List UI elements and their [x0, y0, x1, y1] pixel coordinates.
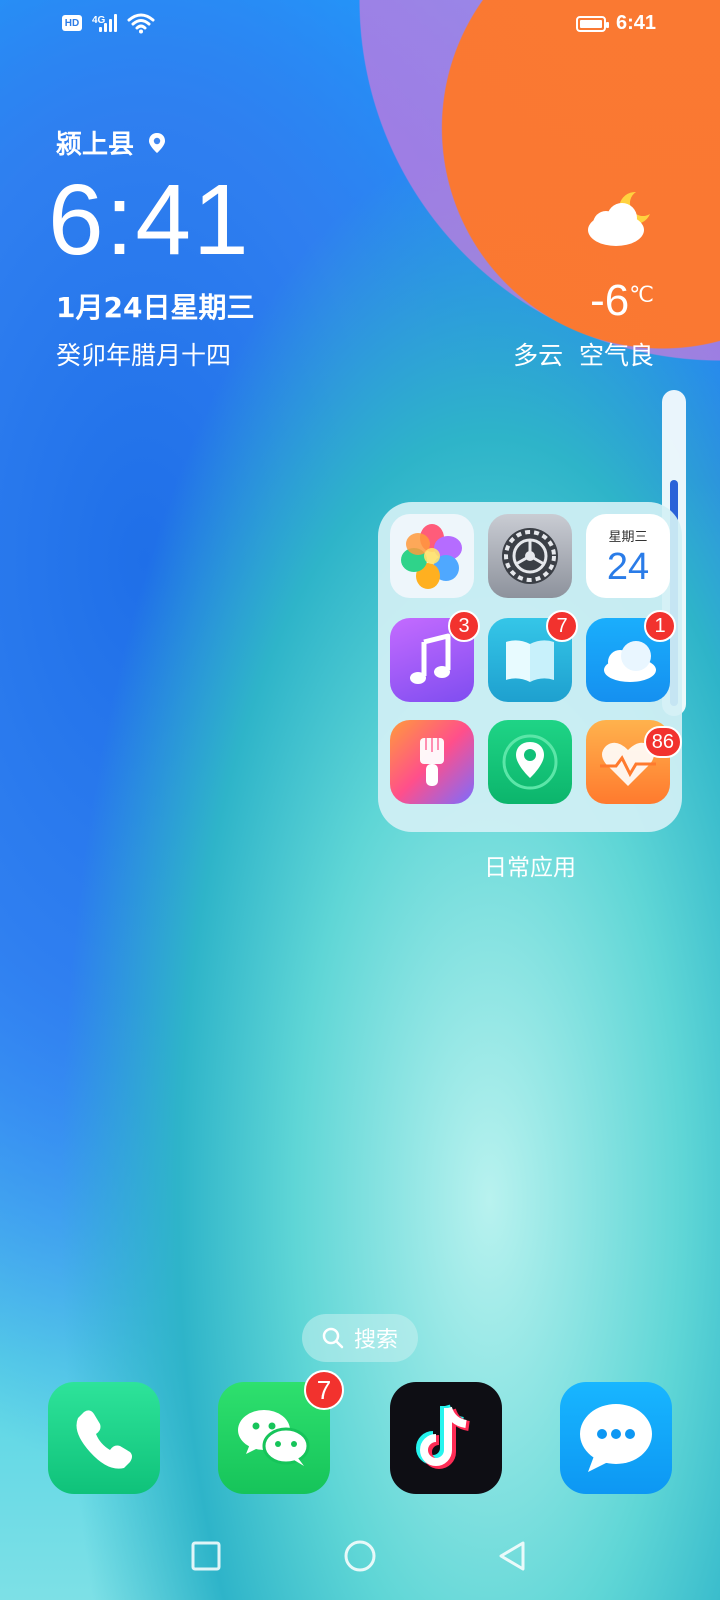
- location-text: 颍上县: [56, 130, 135, 160]
- calendar-app[interactable]: 星期三 24: [586, 514, 670, 598]
- location-label[interactable]: 颍上县: [56, 124, 168, 161]
- home-button[interactable]: [342, 1540, 378, 1576]
- location-pin-icon: [149, 132, 166, 153]
- themes-icon: [420, 738, 444, 786]
- themes-app[interactable]: [390, 720, 474, 804]
- notification-badge: 1: [644, 610, 676, 642]
- temperature-value: -6: [590, 276, 630, 325]
- calendar-day: 24: [606, 546, 650, 588]
- books-app[interactable]: 7: [488, 610, 578, 702]
- find-device-icon: [502, 734, 558, 790]
- hd-icon: HD: [62, 15, 82, 31]
- phone-icon: [76, 1410, 132, 1469]
- tiktok-icon: [416, 1404, 470, 1469]
- status-right: 6:41: [575, 12, 656, 35]
- messages-icon: [580, 1404, 652, 1472]
- phone-app[interactable]: [48, 1382, 160, 1494]
- search-label: 搜索: [353, 1328, 398, 1353]
- search-icon: [322, 1327, 344, 1349]
- health-app[interactable]: 86: [586, 720, 682, 804]
- cellular-signal-icon: 4G: [92, 14, 118, 32]
- folder-label: 日常应用: [484, 855, 576, 881]
- find-device-app[interactable]: [488, 720, 572, 804]
- air-quality: 空气良: [578, 341, 654, 370]
- photos-icon: [401, 524, 462, 589]
- calendar-weekday: 星期三: [608, 530, 648, 545]
- network-type-label: 4G: [92, 15, 106, 26]
- cloud-app[interactable]: 1: [586, 610, 676, 702]
- notification-badge: 86: [643, 726, 682, 758]
- photos-app[interactable]: [390, 514, 474, 598]
- weather-condition: 多云: [513, 341, 564, 370]
- messages-app[interactable]: [560, 1382, 672, 1494]
- status-time: 6:41: [615, 12, 656, 34]
- clock-time[interactable]: 6:41: [48, 170, 251, 270]
- temperature: -6℃: [590, 276, 654, 326]
- music-app[interactable]: 3: [390, 610, 480, 702]
- tiktok-app[interactable]: [390, 1382, 502, 1494]
- settings-app[interactable]: [488, 514, 572, 598]
- status-left: HD 4G: [62, 12, 155, 34]
- status-bar: HD 4G 6:41: [0, 0, 720, 48]
- settings-icon: [502, 528, 558, 584]
- temperature-unit: ℃: [629, 282, 654, 307]
- notification-badge: 3: [448, 610, 480, 642]
- wechat-app[interactable]: 7: [218, 1370, 344, 1494]
- weather-description: 多云 空气良: [513, 336, 654, 372]
- recents-button[interactable]: [190, 1540, 222, 1572]
- notification-badge: 7: [304, 1370, 344, 1410]
- lunar-date-text: 癸卯年腊月十四: [56, 341, 232, 370]
- search-button[interactable]: 搜索: [302, 1314, 418, 1362]
- wifi-icon: [127, 13, 155, 34]
- battery-icon: [575, 15, 609, 32]
- notification-badge: 7: [546, 610, 578, 642]
- cloud-moon-icon[interactable]: [584, 188, 654, 250]
- back-button[interactable]: [496, 1540, 528, 1572]
- app-folder[interactable]: 星期三 24 3 7 1 86: [378, 502, 682, 832]
- date-text: 1月24日星期三: [56, 291, 255, 324]
